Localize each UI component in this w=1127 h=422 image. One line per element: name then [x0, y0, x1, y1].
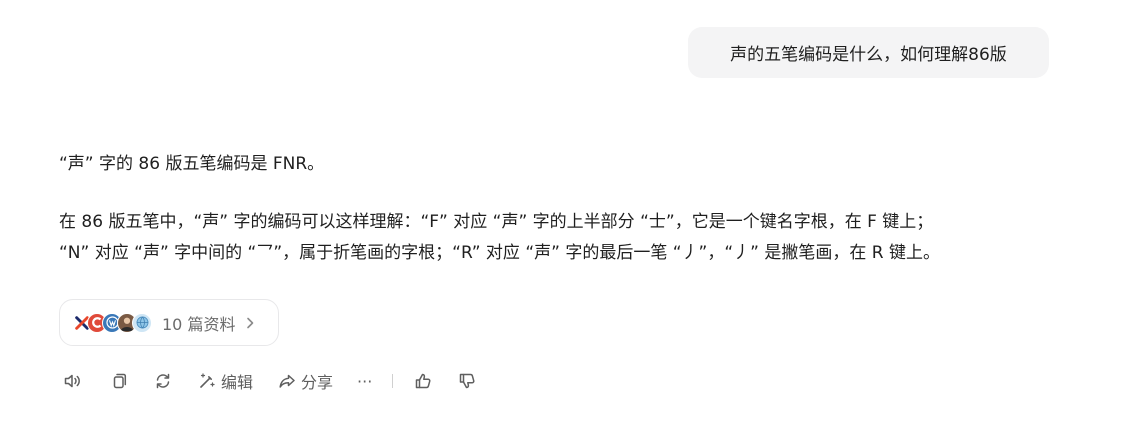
edit-label: 编辑	[221, 373, 254, 392]
read-aloud-button[interactable]	[62, 371, 82, 391]
user-message-bubble: 声的五笔编码是什么，如何理解86版	[688, 27, 1049, 78]
copy-button[interactable]	[108, 371, 128, 391]
share-button[interactable]: 分享	[277, 369, 333, 393]
answer-text-line: 在 86 版五笔中，“声” 字的编码可以这样理解：“F” 对应 “声” 字的上半…	[59, 212, 934, 232]
more-button[interactable]: ···	[357, 372, 372, 391]
copy-icon	[113, 373, 127, 389]
message-toolbar: 编辑 分享 ···	[62, 368, 477, 394]
answer-text-line: “N” 对应 “声” 字中间的 “乛”，属于折笔画的字根；“R” 对应 “声” …	[59, 243, 940, 263]
sources-button[interactable]: 10 篇资料	[59, 299, 279, 346]
globe-icon	[132, 312, 152, 333]
like-button[interactable]	[413, 371, 433, 391]
thumbs-down-icon	[460, 373, 475, 389]
user-message-text: 声的五笔编码是什么，如何理解86版	[730, 45, 1007, 65]
chevron-right-icon	[247, 317, 254, 328]
more-icon: ···	[357, 371, 373, 391]
thumbs-up-icon	[416, 373, 431, 389]
share-label: 分享	[301, 373, 334, 392]
magic-edit-icon	[200, 373, 215, 388]
answer-paragraph-1: “声” 字的 86 版五笔编码是 FNR。	[59, 149, 1059, 180]
sources-label: 10 篇资料	[162, 314, 236, 334]
speaker-icon	[64, 374, 80, 388]
edit-button[interactable]: 编辑	[197, 369, 253, 393]
refresh-icon	[156, 373, 170, 389]
toolbar-divider	[392, 374, 394, 388]
dislike-button[interactable]	[457, 371, 477, 391]
share-icon	[279, 374, 295, 388]
regenerate-button[interactable]	[153, 371, 173, 391]
answer-paragraph-2: 在 86 版五笔中，“声” 字的编码可以这样理解：“F” 对应 “声” 字的上半…	[59, 207, 1059, 269]
answer-text: “声” 字的 86 版五笔编码是 FNR。	[59, 154, 325, 174]
source-icons	[72, 312, 152, 333]
